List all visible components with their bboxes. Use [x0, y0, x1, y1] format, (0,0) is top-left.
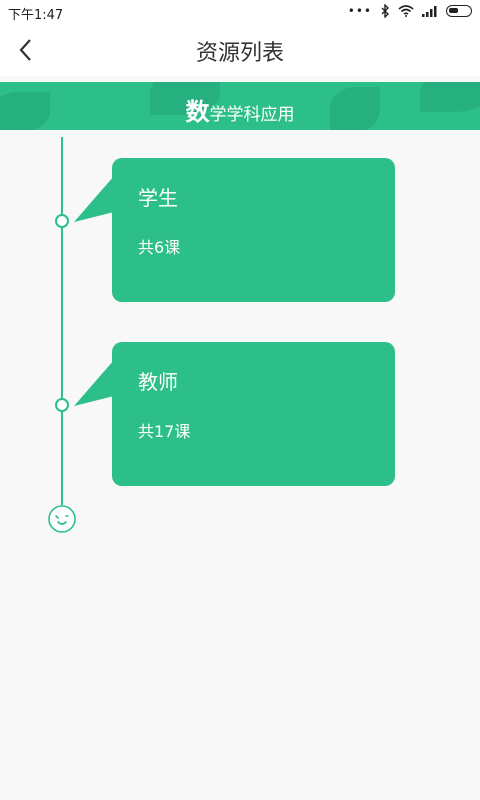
list-item-teacher[interactable]: 教师 共17课: [112, 342, 395, 486]
timeline-node: [55, 398, 69, 412]
status-bar: 下午1:47 •••: [0, 0, 480, 24]
battery-icon: [446, 5, 472, 17]
banner-title: 数学学科应用: [0, 92, 480, 127]
bluetooth-icon: [381, 4, 389, 18]
wifi-icon: [398, 5, 414, 17]
item-count: 共6课: [138, 238, 181, 257]
list-item-student[interactable]: 学生 共6课: [112, 158, 395, 302]
timeline-node: [55, 214, 69, 228]
smiley-face-icon: [48, 505, 76, 533]
page-title: 资源列表: [195, 41, 284, 66]
title-bar: 资源列表: [0, 24, 480, 76]
item-name: 学生: [138, 186, 178, 210]
timeline-line: [61, 137, 63, 505]
item-name: 教师: [138, 370, 178, 394]
subject-banner: 数学学科应用: [0, 82, 480, 130]
item-count: 共17课: [138, 422, 191, 441]
dots-icon: •••: [347, 4, 372, 18]
signal-icon: [422, 6, 437, 17]
banner-rest-text: 学学科应用: [209, 105, 295, 125]
status-time: 下午1:47: [8, 8, 64, 23]
status-icons: •••: [348, 3, 472, 19]
banner-lead-char: 数: [185, 98, 210, 126]
